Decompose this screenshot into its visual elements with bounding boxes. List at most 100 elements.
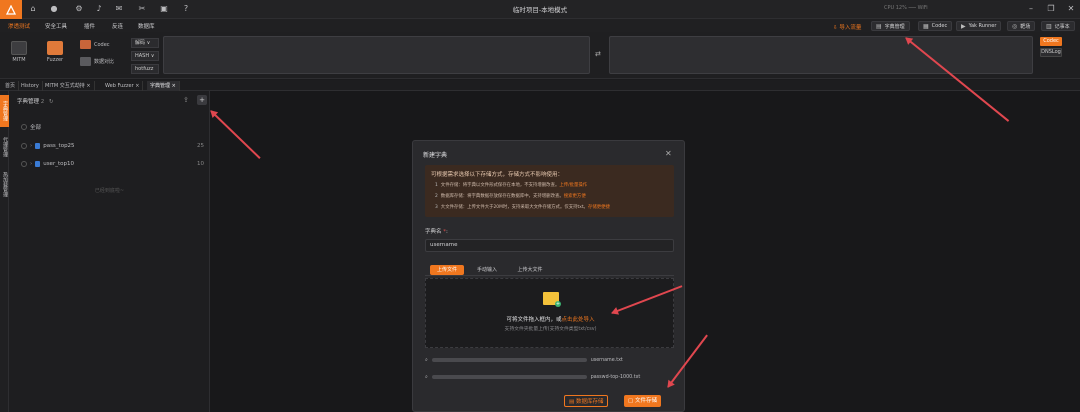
database-storage-label: 数据库存储	[575, 399, 604, 405]
alert-item-number: 3	[435, 205, 438, 210]
click-import-link[interactable]: 点击此处导入	[562, 317, 595, 323]
drop-instruction: 可将文件拖入框内，或点击此处导入	[426, 315, 675, 323]
file-name: passwd-top-1000.txt	[590, 374, 641, 380]
dict-name: pass_top25	[43, 143, 75, 149]
codec-tool[interactable]: Codec	[80, 40, 110, 49]
modal-title: 新建字典	[423, 152, 448, 159]
menu-pentest[interactable]: 渗透测试	[8, 22, 30, 30]
tab-upload-large-file[interactable]: 上传大文件	[510, 265, 550, 275]
list-item-all[interactable]: 全部	[21, 123, 41, 131]
codec-icon: ▦	[923, 22, 929, 30]
toolbar: MITM Fuzzer Codec 数据对比 解码 ∨ HASH ∨ hotfu…	[0, 32, 1080, 79]
required-mark: *	[443, 229, 447, 235]
decode-select-label: 解码	[135, 40, 146, 46]
maximize-icon[interactable]: ❐	[1046, 4, 1056, 14]
yak-runner-button[interactable]: ▶ Yak Runner	[956, 21, 1002, 31]
alert-item: 2 数据库存储：将字典数据存放保存在数据库中，支持增删改查。搜索更方便	[435, 193, 586, 199]
system-info: CPU 12% ⎯⎯⎯ WiFi	[884, 5, 928, 11]
notepad-button[interactable]: ▥ 记事本	[1041, 21, 1075, 31]
file-icon	[35, 161, 41, 167]
list-item[interactable]: › user_top10 10	[21, 161, 204, 167]
hash-select[interactable]: HASH ∨	[131, 51, 159, 61]
storage-info-alert: 可根据需求选择以下存储方式，存储方式不影响使用： 1 文件存储：将字典以文件形式保…	[425, 165, 674, 217]
hash-select-label: HASH	[135, 53, 150, 59]
decode-select[interactable]: 解码 ∨	[131, 38, 159, 48]
file-drop-zone[interactable]: + 可将文件拖入框内，或点击此处导入 支持文件夹批量上传(支持文件类型txt/c…	[425, 278, 674, 348]
mitm-tool[interactable]: MITM	[8, 41, 30, 63]
mitm-label: MITM	[12, 57, 26, 63]
codec-button[interactable]: ▦ Codec	[918, 21, 953, 31]
tab-mitm-label: MITM 交互式劫持	[45, 83, 85, 89]
minimize-icon[interactable]: –	[1026, 4, 1036, 14]
close-icon[interactable]: ✕	[1066, 4, 1076, 14]
codec-tool-icon	[80, 40, 91, 49]
notepad-icon: ▥	[1046, 22, 1052, 30]
menu-reverse[interactable]: 反连	[112, 22, 123, 30]
compare-tool[interactable]: 数据对比	[80, 57, 114, 66]
attachment-icon: ⌕	[425, 358, 428, 363]
tab-home[interactable]: 首页	[2, 81, 20, 91]
refresh-icon[interactable]: ↻	[49, 99, 54, 105]
tab-manual-input[interactable]: 手动输入	[470, 265, 504, 275]
vtab-dict-manage[interactable]: 字典管理	[0, 95, 9, 127]
title-bar: ⌂ ● ⚙ ♪ ✉ ✂ ▣ ? 临时项目-本地模式 CPU 12% ⎯⎯⎯ Wi…	[0, 0, 1080, 19]
dict-name-input[interactable]: username	[425, 239, 674, 252]
alert-item: 3 大文件存储：上传文件大于20M时，支持采取大文件存储方式。仅支持txt。存储更…	[435, 204, 610, 210]
yak-runner-label: Yak Runner	[968, 23, 997, 29]
alert-item-link[interactable]: 搜索更方便	[564, 194, 586, 199]
panel-title: 字典管理 2 ↻	[17, 97, 54, 105]
file-storage-label: 文件存储	[634, 398, 657, 404]
codec-input-area[interactable]	[163, 36, 590, 74]
vtab-proxy-manage[interactable]: 代理管理	[0, 131, 9, 163]
list-item[interactable]: › pass_top25 25	[21, 143, 204, 149]
checkbox[interactable]	[21, 124, 27, 130]
file-storage-button[interactable]: ▢ 文件存储	[624, 395, 661, 407]
alert-item-link[interactable]: 存储更便捷	[588, 205, 610, 210]
vtab-hotload-manage[interactable]: 热加载管理	[0, 167, 9, 201]
caret-icon: ›	[30, 161, 33, 167]
all-label: 全部	[30, 125, 42, 131]
checkbox[interactable]	[21, 161, 27, 167]
drop-main-text: 可将文件拖入框内，或	[506, 317, 562, 323]
tab-history[interactable]: History	[18, 81, 43, 91]
menu-security-tools[interactable]: 安全工具	[45, 22, 67, 30]
codec-output-area[interactable]	[609, 36, 1033, 74]
dict-manage-label: 字典管理	[884, 23, 905, 30]
upload-icon[interactable]: ⇪	[183, 96, 189, 104]
uploaded-file-item[interactable]: ⌕ username.txt	[425, 357, 623, 364]
dict-name-label: 字典名 *:	[425, 229, 448, 235]
tab-web-fuzzer[interactable]: Web Fuzzer ×	[102, 81, 144, 91]
menu-database[interactable]: 数据库	[138, 22, 155, 30]
tab-dict-manage[interactable]: 字典管理 ×	[147, 81, 180, 91]
alert-item-text: 文件存储：将字典以文件形式保存在本地，不支持增删改查。	[440, 183, 560, 188]
alert-item: 1 文件存储：将字典以文件形式保存在本地，不支持增删改查。上传/批量操作	[435, 182, 587, 188]
book-icon: ▤	[876, 22, 882, 30]
close-icon[interactable]: ✕	[665, 149, 672, 158]
mitm-icon	[11, 41, 27, 55]
alert-heading: 可根据需求选择以下存储方式，存储方式不影响使用：	[431, 172, 564, 178]
redacted-path	[431, 358, 587, 362]
alert-item-link[interactable]: 上传/批量操作	[559, 183, 587, 188]
hotfuzz-select[interactable]: hotfuzz	[131, 64, 159, 74]
file-icon	[35, 143, 41, 149]
target-icon: ◎	[1012, 22, 1018, 30]
tab-mitm[interactable]: MITM 交互式劫持 ×	[42, 81, 95, 91]
uploaded-file-item[interactable]: ⌕ passwd-top-1000.txt	[425, 374, 641, 381]
tab-upload-file[interactable]: 上传文件	[430, 265, 464, 275]
caret-icon: ›	[30, 143, 33, 149]
fuzzer-label: Fuzzer	[46, 57, 64, 63]
swap-icon[interactable]: ⇄	[595, 50, 601, 58]
codec-side-button[interactable]: Codec	[1040, 37, 1062, 46]
database-storage-button[interactable]: ▤ 数据库存储	[564, 395, 609, 407]
codec-label: Codec	[931, 23, 948, 29]
hotfuzz-select-label: hotfuzz	[135, 66, 154, 72]
checkbox[interactable]	[21, 143, 27, 149]
menu-plugins[interactable]: 插件	[84, 22, 95, 30]
range-button[interactable]: ◎ 靶场	[1007, 21, 1036, 31]
dnslog-side-button[interactable]: DNSLog	[1040, 48, 1062, 57]
dict-manage-button[interactable]: ▤ 字典管理	[871, 21, 910, 31]
tab-bar: 首页 History MITM 交互式劫持 × Web Fuzzer × 字典管…	[0, 80, 1080, 91]
add-dict-button[interactable]: +	[197, 95, 207, 105]
fuzzer-tool[interactable]: Fuzzer	[44, 41, 66, 63]
import-traffic-button[interactable]: ⇩ 导入流量	[833, 23, 861, 31]
